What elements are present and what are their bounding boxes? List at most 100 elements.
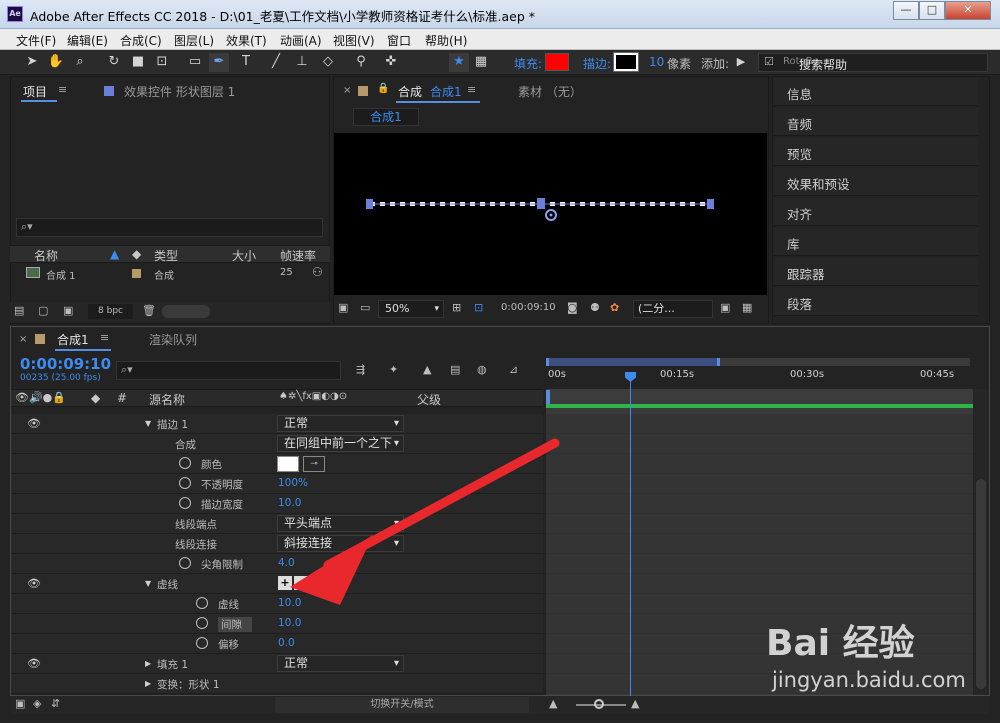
tab-render-queue[interactable]: 渲染队列 [149,331,197,348]
layer-property-row[interactable]: 间隙 10.0 [11,614,543,634]
pan-behind-tool-icon[interactable]: ⊡ [152,53,172,72]
menu-composition[interactable]: 合成(C) [120,32,162,49]
hand-tool-icon[interactable]: ✋ [46,53,66,72]
twirl-arrow-icon[interactable]: ▼ [145,579,151,588]
snapshot-icon[interactable]: ◙ [567,301,578,314]
panel-effects-presets[interactable]: 效果和预设 [774,168,978,196]
menu-help[interactable]: 帮助(H) [425,32,467,49]
work-area-bar[interactable] [546,358,720,366]
transparency-grid-icon[interactable]: ▦ [742,301,752,314]
panel-tracker[interactable]: 跟踪器 [774,258,978,286]
stopwatch-icon[interactable] [179,477,191,489]
lock-icon[interactable]: 🔒 [377,83,389,94]
new-folder-icon[interactable]: ▢ [38,304,48,317]
tab-timeline-comp[interactable]: 合成1 [57,331,89,348]
star-tool-icon[interactable]: ★ [449,53,469,72]
pen-tool-icon[interactable]: ✒ [209,53,229,72]
stopwatch-icon[interactable] [196,617,208,629]
panel-audio[interactable]: 音频 [774,108,978,136]
layer-property-row[interactable]: 偏移 0.0 [11,634,543,654]
tab-project[interactable]: 项目 [23,83,47,100]
stopwatch-icon[interactable] [196,637,208,649]
work-area-start-marker[interactable] [546,390,550,404]
help-search-input[interactable]: ☑ RotoBe 搜索帮助 [758,53,988,72]
menu-window[interactable]: 窗口 [387,32,411,49]
col-size[interactable]: 大小 [232,247,256,264]
col-name[interactable]: 名称 [34,247,58,264]
always-preview-icon[interactable]: ▣ [338,301,348,314]
maximize-button[interactable]: □ [919,1,945,20]
twirl-arrow-icon[interactable]: ▶ [145,659,151,668]
layer-duration-bar[interactable] [546,404,973,408]
property-value[interactable]: 10.0 [278,617,301,629]
minimize-button[interactable]: — [893,1,919,20]
panel-paragraph[interactable]: 段落 [774,288,978,316]
camera-tool-icon[interactable]: ■ [128,53,148,72]
menu-edit[interactable]: 编辑(E) [67,32,108,49]
project-search-input[interactable]: ⌕▾ [16,218,323,237]
col-fps[interactable]: 帧速率 [280,247,316,264]
zoom-dropdown[interactable]: 50% ▾ [378,300,444,318]
add-play-icon[interactable]: ▶ [731,53,751,72]
property-dropdown[interactable]: 正常 ▾ [277,415,404,432]
stopwatch-icon[interactable] [179,457,191,469]
panel-align[interactable]: 对齐 [774,198,978,226]
clone-tool-icon[interactable]: ⊥ [292,53,312,72]
menu-file[interactable]: 文件(F) [16,32,56,49]
project-scroll-handle[interactable] [162,305,210,318]
panel-menu-icon[interactable]: ≡ [58,83,67,96]
zoom-slider-handle[interactable] [594,699,604,709]
brush-tool-icon[interactable]: ╱ [266,53,286,72]
trash-icon[interactable]: 🗑 [142,304,156,317]
stopwatch-icon[interactable] [179,557,191,569]
flowchart-icon[interactable]: ⚇ [312,265,323,279]
av-features-icons[interactable]: 👁🔊●🔒 [15,391,66,404]
stopwatch-icon[interactable] [196,597,208,609]
stroke-color-swatch[interactable] [613,52,639,72]
project-item-row[interactable]: 合成 1 合成 25 ⚇ [10,264,330,282]
expand-stretch-icon[interactable]: ⇵ [51,697,60,710]
menu-effect[interactable]: 效果(T) [226,32,267,49]
comp-mini-flowchart-icon[interactable]: ⇶ [356,363,365,376]
bpc-button[interactable]: 8 bpc [88,304,133,319]
visibility-eye-icon[interactable]: 👁 [27,417,41,430]
time-ruler[interactable]: 00s 00:15s 00:30s 00:45s [546,357,973,388]
current-time-indicator[interactable] [630,372,631,696]
motion-blur-icon[interactable]: ◍ [477,363,487,376]
menu-view[interactable]: 视图(V) [333,32,375,49]
col-type[interactable]: 类型 [154,247,178,264]
menu-layer[interactable]: 图层(L) [174,32,214,49]
label-tag-icon[interactable]: ◆ [132,247,141,261]
draft-3d-icon[interactable]: ✦ [389,363,398,376]
color-channel-icon[interactable]: ✿ [610,301,619,314]
switches-icons[interactable]: ♠✲╲fx▣◐◑⊙ [279,391,347,402]
fill-color-swatch[interactable] [545,53,569,71]
expand-switches-icon[interactable]: ▣ [15,697,25,710]
roto-tool-icon[interactable]: ⚲ [351,53,371,72]
eraser-tool-icon[interactable]: ◇ [318,53,338,72]
panel-preview[interactable]: 预览 [774,138,978,166]
comp-viewer[interactable] [334,133,767,295]
layer-property-row[interactable]: ▶ 变换：形状 1 [11,674,543,694]
close-tab-icon[interactable]: × [343,85,351,96]
visibility-eye-icon[interactable]: 👁 [27,657,41,670]
viewer-timecode[interactable]: 0:00:09:10 [501,302,556,313]
tab-comp-prefix[interactable]: 合成 [398,83,422,100]
new-comp-icon[interactable]: ▣ [63,304,73,317]
grid-icon[interactable]: ⊞ [452,301,461,314]
col-source-name[interactable]: 源名称 [149,391,185,408]
zoom-tool-icon[interactable]: ⌕ [70,53,90,72]
timeline-scroll-thumb[interactable] [976,479,986,689]
graph-editor-icon[interactable]: ⊿ [509,363,518,376]
timeline-menu-icon[interactable]: ≡ [100,331,109,344]
menu-animation[interactable]: 动画(A) [280,32,322,49]
close-button[interactable]: ✕ [945,1,991,20]
layer-property-row[interactable]: 👁 ▶ 填充 1 正常 ▾ [11,654,543,674]
expand-modes-icon[interactable]: ◈ [33,697,41,710]
layer-property-row[interactable]: 👁 ▼ 描边 1 正常 ▾ [11,414,543,434]
property-dropdown[interactable]: 正常 ▾ [277,655,404,672]
rectangle-tool-icon[interactable]: ▭ [185,53,205,72]
label-col-icon[interactable]: ◆ [91,391,100,405]
interpret-footage-icon[interactable]: ▤ [14,304,24,317]
timeline-search-input[interactable]: ⌕▾ [116,361,341,380]
